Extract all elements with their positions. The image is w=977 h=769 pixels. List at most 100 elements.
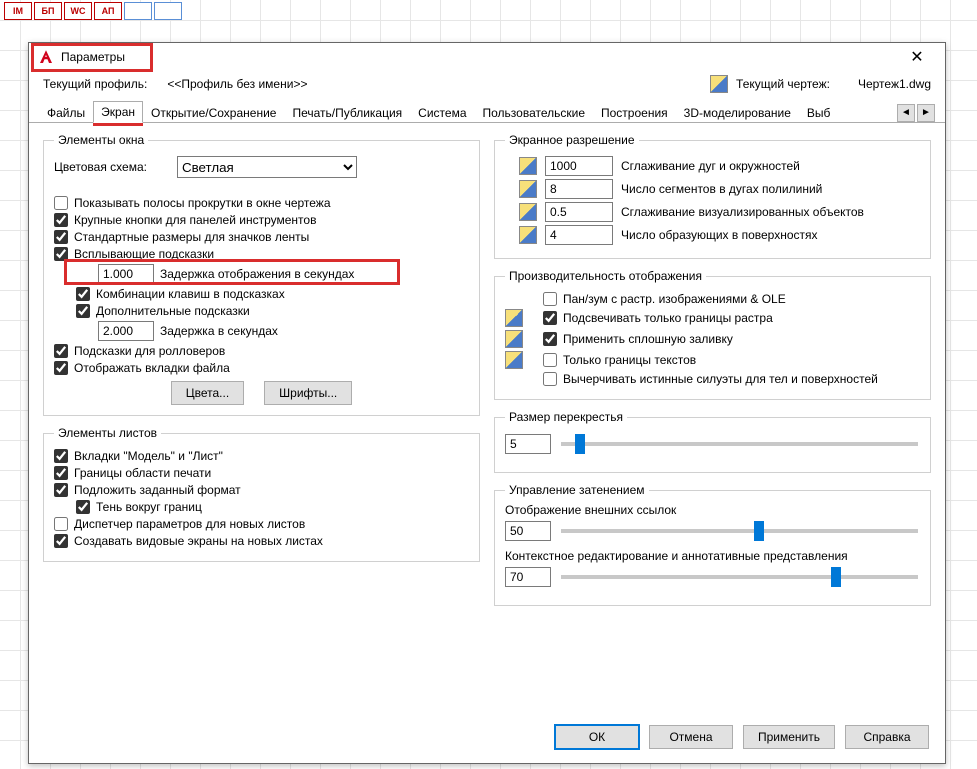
color-scheme-label: Цветовая схема: [54,160,147,174]
lbl-file-tabs: Отображать вкладки файла [74,361,230,375]
btn-colors[interactable]: Цвета... [171,381,244,405]
inp-polyline-segments[interactable] [545,179,613,199]
lbl-large-buttons: Крупные кнопки для панелей инструментов [74,213,316,227]
dialog-button-bar: ОК Отмена Применить Справка [29,715,945,763]
tab-open-save[interactable]: Открытие/Сохранение [143,102,284,123]
profile-row: Текущий профиль: <<Профиль без имени>> Т… [29,71,945,99]
app-icon [37,48,55,66]
inp-ext-tooltip-delay[interactable] [98,321,154,341]
btn-apply[interactable]: Применить [743,725,835,749]
tab-display[interactable]: Экран [93,101,143,123]
slider-xref-fade[interactable] [561,529,918,533]
drawing-icon [519,180,537,198]
chk-paper-shadow[interactable] [76,500,90,514]
slider-inplace-fade[interactable] [561,575,918,579]
background-toolbar: IM БП WC АП [0,0,186,22]
group-display-resolution: Экранное разрешение Сглаживание дуг и ок… [494,133,931,259]
chk-scrollbars[interactable] [54,196,68,210]
lbl-solid-fill: Применить сплошную заливку [563,332,733,346]
group-window-elements-legend: Элементы окна [54,133,148,147]
btn-help[interactable]: Справка [845,725,929,749]
close-button[interactable]: ✕ [897,45,937,69]
lbl-tooltip-delay: Задержка отображения в секундах [160,267,354,281]
lbl-arc-smoothness: Сглаживание дуг и окружностей [621,159,920,173]
lbl-panzoom-raster: Пан/зум с растр. изображениями & OLE [563,292,786,306]
chk-page-setup-mgr[interactable] [54,517,68,531]
group-layout-elements-legend: Элементы листов [54,426,161,440]
chk-solid-fill[interactable] [543,332,557,346]
chk-file-tabs[interactable] [54,361,68,375]
color-scheme-select[interactable]: Светлая [177,156,357,178]
btn-cancel[interactable]: Отмена [649,725,733,749]
tab-scroll-left[interactable]: ◄ [897,104,915,122]
group-crosshair-size-legend: Размер перекрестья [505,410,627,424]
lbl-print-area: Границы области печати [74,466,211,480]
lbl-polyline-segments: Число сегментов в дугах полилиний [621,182,920,196]
chk-true-silhouettes[interactable] [543,372,557,386]
drawing-icon [505,330,523,348]
lbl-std-ribbon-icons: Стандартные размеры для значков ленты [74,230,309,244]
group-fade-control: Управление затенением Отображение внешни… [494,483,931,606]
drawing-icon [505,309,523,327]
chk-print-area[interactable] [54,466,68,480]
tab-3d[interactable]: 3D-моделирование [676,102,799,123]
group-layout-elements: Элементы листов Вкладки "Модель" и "Лист… [43,426,480,562]
tab-plot[interactable]: Печать/Публикация [284,102,410,123]
drawing-icon [519,203,537,221]
tab-system[interactable]: Система [410,102,474,123]
drawing-icon [505,351,523,369]
current-drawing-value: Чертеж1.dwg [858,77,931,91]
chk-paper-bg[interactable] [54,483,68,497]
inp-tooltip-delay[interactable] [98,264,154,284]
chk-large-buttons[interactable] [54,213,68,227]
current-profile-label: Текущий профиль: [43,77,147,91]
chk-std-ribbon-icons[interactable] [54,230,68,244]
chk-rollover-tooltips[interactable] [54,344,68,358]
lbl-raster-frame-only: Подсвечивать только границы растра [563,311,773,325]
chk-ext-tooltips[interactable] [76,304,90,318]
lbl-text-frame-only: Только границы текстов [563,353,696,367]
tab-files[interactable]: Файлы [39,102,93,123]
slider-crosshair-size[interactable] [561,442,918,446]
lbl-inplace-fade: Контекстное редактирование и аннотативны… [505,549,920,563]
inp-arc-smoothness[interactable] [545,156,613,176]
btn-ok[interactable]: ОК [555,725,639,749]
lbl-render-smoothness: Сглаживание визуализированных объектов [621,205,920,219]
inp-crosshair-size[interactable] [505,434,551,454]
lbl-hotkeys-in-tooltips: Комбинации клавиш в подсказках [96,287,285,301]
chk-raster-frame-only[interactable] [543,311,557,325]
tab-selection-cut[interactable]: Выб [799,102,839,123]
drawing-icon [710,75,728,93]
tab-drafting[interactable]: Построения [593,102,676,123]
drawing-icon [519,226,537,244]
inp-surface-contours[interactable] [545,225,613,245]
inp-xref-fade[interactable] [505,521,551,541]
options-dialog: Параметры ✕ Текущий профиль: <<Профиль б… [28,42,946,764]
lbl-model-layout-tabs: Вкладки "Модель" и "Лист" [74,449,223,463]
group-display-performance-legend: Производительность отображения [505,269,706,283]
lbl-create-viewports: Создавать видовые экраны на новых листах [74,534,323,548]
window-title: Параметры [61,50,125,64]
chk-panzoom-raster[interactable] [543,292,557,306]
chk-create-viewports[interactable] [54,534,68,548]
tab-user[interactable]: Пользовательские [475,102,594,123]
chk-model-layout-tabs[interactable] [54,449,68,463]
group-fade-control-legend: Управление затенением [505,483,649,497]
lbl-paper-shadow: Тень вокруг границ [96,500,202,514]
chk-tooltips[interactable] [54,247,68,261]
group-display-resolution-legend: Экранное разрешение [505,133,639,147]
chk-text-frame-only[interactable] [543,353,557,367]
tab-strip: Файлы Экран Открытие/Сохранение Печать/П… [29,99,945,123]
current-drawing-label: Текущий чертеж: [736,77,830,91]
group-window-elements: Элементы окна Цветовая схема: Светлая По… [43,133,480,416]
tab-scroll-right[interactable]: ► [917,104,935,122]
btn-fonts[interactable]: Шрифты... [264,381,352,405]
inp-inplace-fade[interactable] [505,567,551,587]
lbl-surface-contours: Число образующих в поверхностях [621,228,920,242]
lbl-xref-fade: Отображение внешних ссылок [505,503,920,517]
current-profile-value: <<Профиль без имени>> [167,77,307,91]
chk-hotkeys-in-tooltips[interactable] [76,287,90,301]
drawing-icon [519,157,537,175]
lbl-true-silhouettes: Вычерчивать истинные силуэты для тел и п… [563,372,878,386]
inp-render-smoothness[interactable] [545,202,613,222]
